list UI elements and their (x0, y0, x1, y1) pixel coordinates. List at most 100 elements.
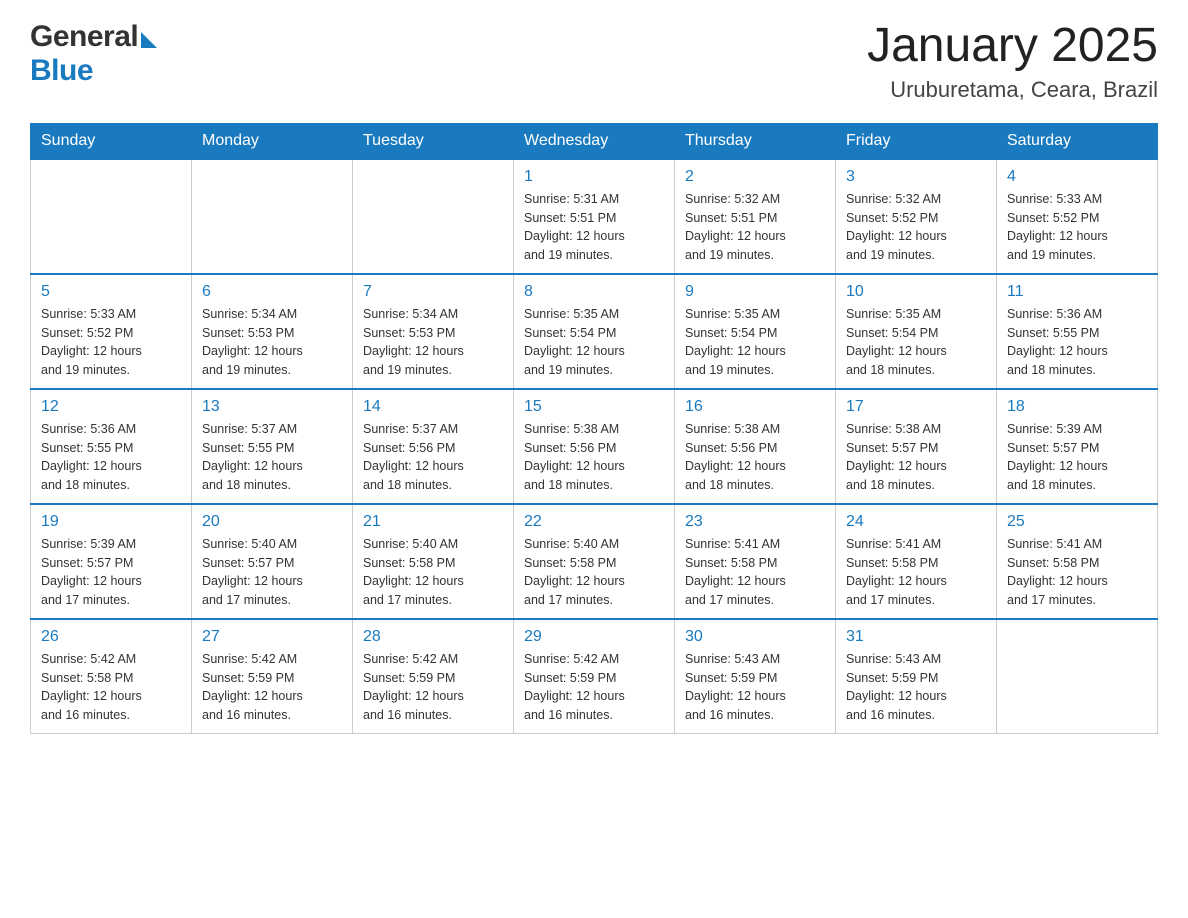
calendar-cell: 13Sunrise: 5:37 AM Sunset: 5:55 PM Dayli… (192, 389, 353, 504)
calendar-cell: 27Sunrise: 5:42 AM Sunset: 5:59 PM Dayli… (192, 619, 353, 734)
day-number: 15 (524, 398, 664, 416)
column-header-sunday: Sunday (31, 123, 192, 159)
day-number: 10 (846, 283, 986, 301)
day-info: Sunrise: 5:36 AM Sunset: 5:55 PM Dayligh… (41, 420, 181, 495)
day-info: Sunrise: 5:42 AM Sunset: 5:59 PM Dayligh… (363, 650, 503, 725)
calendar-cell: 8 Sunrise: 5:35 AM Sunset: 5:54 PM Daylig… (514, 274, 675, 389)
day-number: 26 (41, 628, 181, 646)
day-info: Sunrise: 5:35 AM Sunset: 5:54 PM Dayligh… (524, 305, 664, 380)
day-number: 27 (202, 628, 342, 646)
calendar-cell: 28 Sunrise: 5:42 AM Sunset: 5:59 PM Dayli… (353, 619, 514, 734)
calendar-cell: 5 Sunrise: 5:33 AM Sunset: 5:52 PM Daylig… (31, 274, 192, 389)
day-number: 9 (685, 283, 825, 301)
calendar-cell: 11Sunrise: 5:36 AM Sunset: 5:55 PM Dayli… (997, 274, 1158, 389)
day-number: 7 (363, 283, 503, 301)
calendar-cell: 15 Sunrise: 5:38 AM Sunset: 5:56 PM Dayli… (514, 389, 675, 504)
calendar-cell (353, 159, 514, 274)
day-info: Sunrise: 5:39 AM Sunset: 5:57 PM Dayligh… (41, 535, 181, 610)
header-row: SundayMondayTuesdayWednesdayThursdayFrid… (31, 123, 1158, 159)
calendar-body: 1 Sunrise: 5:31 AM Sunset: 5:51 PM Daylig… (31, 159, 1158, 734)
week-row-3: 12 Sunrise: 5:36 AM Sunset: 5:55 PM Dayli… (31, 389, 1158, 504)
calendar-cell (192, 159, 353, 274)
day-number: 25 (1007, 513, 1147, 531)
calendar-cell (31, 159, 192, 274)
day-number: 30 (685, 628, 825, 646)
day-info: Sunrise: 5:38 AM Sunset: 5:56 PM Dayligh… (524, 420, 664, 495)
week-row-5: 26 Sunrise: 5:42 AM Sunset: 5:58 PM Dayli… (31, 619, 1158, 734)
day-number: 12 (41, 398, 181, 416)
day-info: Sunrise: 5:40 AM Sunset: 5:58 PM Dayligh… (524, 535, 664, 610)
day-info: Sunrise: 5:38 AM Sunset: 5:56 PM Dayligh… (685, 420, 825, 495)
day-info: Sunrise: 5:32 AM Sunset: 5:52 PM Dayligh… (846, 190, 986, 265)
day-number: 1 (524, 168, 664, 186)
calendar-cell: 29Sunrise: 5:42 AM Sunset: 5:59 PM Dayli… (514, 619, 675, 734)
day-number: 24 (846, 513, 986, 531)
day-info: Sunrise: 5:37 AM Sunset: 5:55 PM Dayligh… (202, 420, 342, 495)
day-info: Sunrise: 5:41 AM Sunset: 5:58 PM Dayligh… (685, 535, 825, 610)
day-number: 17 (846, 398, 986, 416)
week-row-1: 1 Sunrise: 5:31 AM Sunset: 5:51 PM Daylig… (31, 159, 1158, 274)
day-info: Sunrise: 5:35 AM Sunset: 5:54 PM Dayligh… (685, 305, 825, 380)
calendar-header: SundayMondayTuesdayWednesdayThursdayFrid… (31, 123, 1158, 159)
day-number: 14 (363, 398, 503, 416)
day-info: Sunrise: 5:37 AM Sunset: 5:56 PM Dayligh… (363, 420, 503, 495)
day-number: 23 (685, 513, 825, 531)
day-info: Sunrise: 5:32 AM Sunset: 5:51 PM Dayligh… (685, 190, 825, 265)
calendar-cell: 31 Sunrise: 5:43 AM Sunset: 5:59 PM Dayli… (836, 619, 997, 734)
day-info: Sunrise: 5:41 AM Sunset: 5:58 PM Dayligh… (1007, 535, 1147, 610)
calendar-cell: 9 Sunrise: 5:35 AM Sunset: 5:54 PM Daylig… (675, 274, 836, 389)
day-number: 2 (685, 168, 825, 186)
day-number: 6 (202, 283, 342, 301)
day-info: Sunrise: 5:35 AM Sunset: 5:54 PM Dayligh… (846, 305, 986, 380)
calendar-cell: 14 Sunrise: 5:37 AM Sunset: 5:56 PM Dayli… (353, 389, 514, 504)
day-number: 16 (685, 398, 825, 416)
day-info: Sunrise: 5:43 AM Sunset: 5:59 PM Dayligh… (685, 650, 825, 725)
calendar-cell: 19 Sunrise: 5:39 AM Sunset: 5:57 PM Dayli… (31, 504, 192, 619)
column-header-friday: Friday (836, 123, 997, 159)
day-number: 28 (363, 628, 503, 646)
day-number: 22 (524, 513, 664, 531)
calendar-cell: 18 Sunrise: 5:39 AM Sunset: 5:57 PM Dayli… (997, 389, 1158, 504)
calendar-cell: 6 Sunrise: 5:34 AM Sunset: 5:53 PM Daylig… (192, 274, 353, 389)
day-info: Sunrise: 5:41 AM Sunset: 5:58 PM Dayligh… (846, 535, 986, 610)
day-number: 18 (1007, 398, 1147, 416)
day-info: Sunrise: 5:42 AM Sunset: 5:58 PM Dayligh… (41, 650, 181, 725)
day-number: 19 (41, 513, 181, 531)
logo-general-text: General (30, 20, 138, 54)
column-header-wednesday: Wednesday (514, 123, 675, 159)
calendar-cell: 2 Sunrise: 5:32 AM Sunset: 5:51 PM Daylig… (675, 159, 836, 274)
calendar-cell: 12 Sunrise: 5:36 AM Sunset: 5:55 PM Dayli… (31, 389, 192, 504)
title-section: January 2025 Uruburetama, Ceara, Brazil (867, 20, 1158, 103)
day-number: 21 (363, 513, 503, 531)
column-header-monday: Monday (192, 123, 353, 159)
column-header-tuesday: Tuesday (353, 123, 514, 159)
day-info: Sunrise: 5:43 AM Sunset: 5:59 PM Dayligh… (846, 650, 986, 725)
day-number: 11 (1007, 283, 1147, 301)
column-header-thursday: Thursday (675, 123, 836, 159)
calendar-cell: 26 Sunrise: 5:42 AM Sunset: 5:58 PM Dayli… (31, 619, 192, 734)
calendar-table: SundayMondayTuesdayWednesdayThursdayFrid… (30, 123, 1158, 734)
day-info: Sunrise: 5:33 AM Sunset: 5:52 PM Dayligh… (41, 305, 181, 380)
day-info: Sunrise: 5:31 AM Sunset: 5:51 PM Dayligh… (524, 190, 664, 265)
day-number: 5 (41, 283, 181, 301)
day-info: Sunrise: 5:38 AM Sunset: 5:57 PM Dayligh… (846, 420, 986, 495)
day-info: Sunrise: 5:42 AM Sunset: 5:59 PM Dayligh… (524, 650, 664, 725)
calendar-cell (997, 619, 1158, 734)
day-info: Sunrise: 5:33 AM Sunset: 5:52 PM Dayligh… (1007, 190, 1147, 265)
calendar-cell: 1 Sunrise: 5:31 AM Sunset: 5:51 PM Daylig… (514, 159, 675, 274)
calendar-cell: 25 Sunrise: 5:41 AM Sunset: 5:58 PM Dayli… (997, 504, 1158, 619)
day-info: Sunrise: 5:39 AM Sunset: 5:57 PM Dayligh… (1007, 420, 1147, 495)
day-info: Sunrise: 5:34 AM Sunset: 5:53 PM Dayligh… (202, 305, 342, 380)
day-number: 3 (846, 168, 986, 186)
day-number: 20 (202, 513, 342, 531)
calendar-cell: 4Sunrise: 5:33 AM Sunset: 5:52 PM Daylig… (997, 159, 1158, 274)
logo: General Blue (30, 20, 157, 88)
calendar-cell: 16 Sunrise: 5:38 AM Sunset: 5:56 PM Dayli… (675, 389, 836, 504)
calendar-cell: 30 Sunrise: 5:43 AM Sunset: 5:59 PM Dayli… (675, 619, 836, 734)
day-number: 31 (846, 628, 986, 646)
day-number: 8 (524, 283, 664, 301)
calendar-title: January 2025 (867, 20, 1158, 73)
logo-chevron-icon (141, 32, 157, 48)
calendar-cell: 22 Sunrise: 5:40 AM Sunset: 5:58 PM Dayli… (514, 504, 675, 619)
calendar-cell: 24 Sunrise: 5:41 AM Sunset: 5:58 PM Dayli… (836, 504, 997, 619)
